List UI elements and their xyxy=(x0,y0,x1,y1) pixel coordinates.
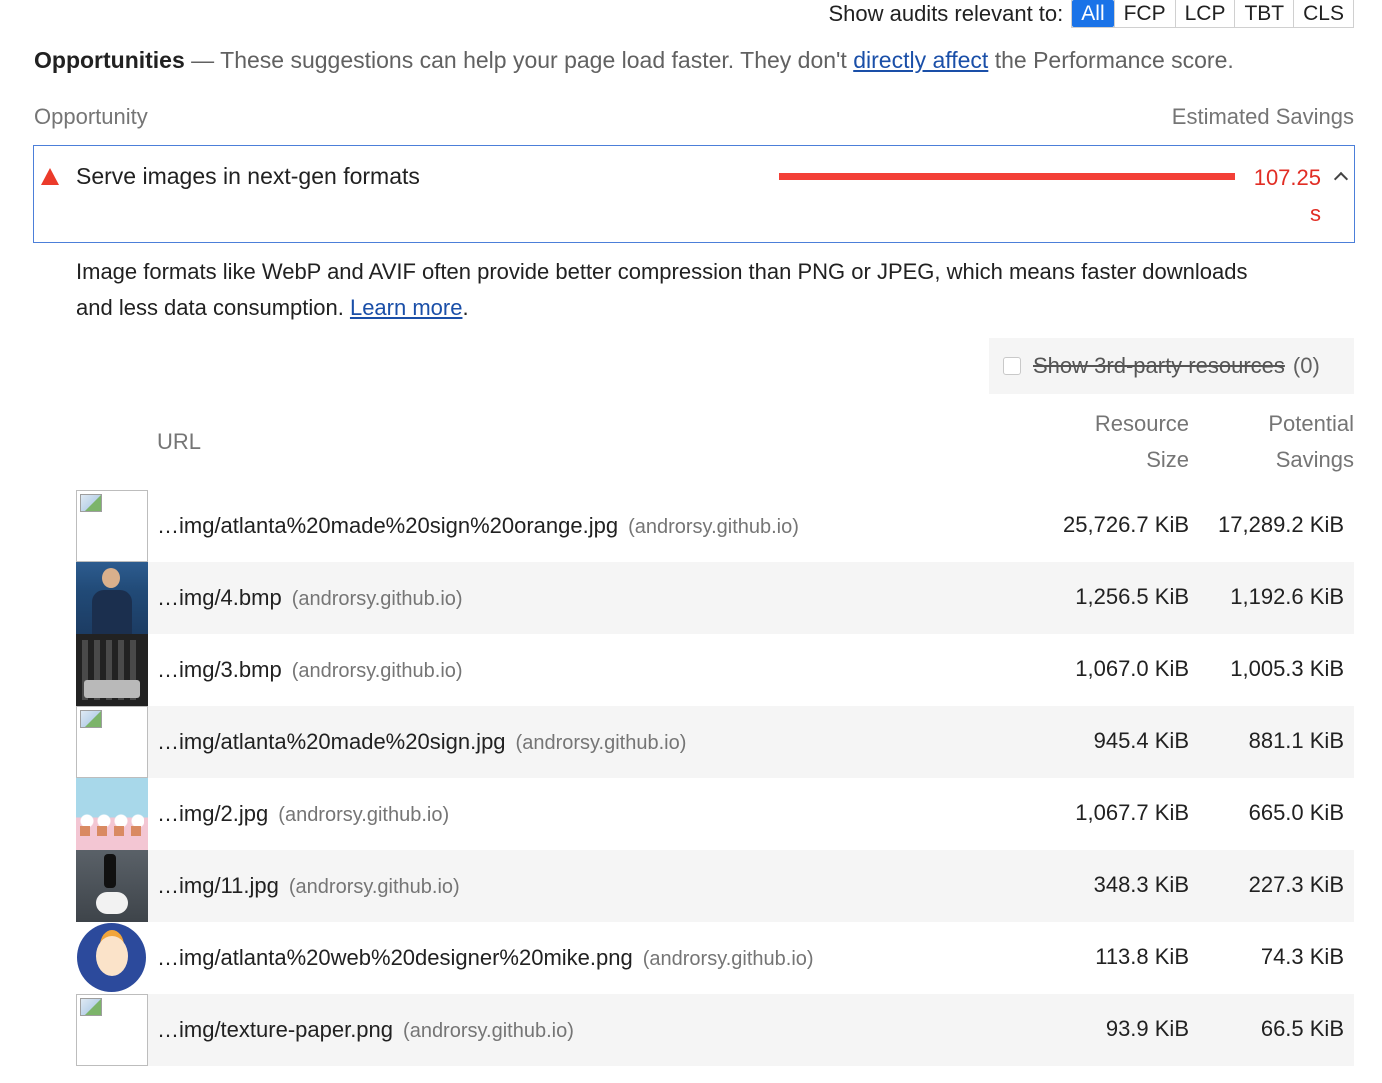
opportunity-column-headers: Opportunity Estimated Savings xyxy=(34,102,1354,132)
description-period: . xyxy=(462,295,469,320)
opportunities-header: Opportunities — These suggestions can he… xyxy=(34,44,1234,76)
filter-button-group: All FCP LCP TBT CLS xyxy=(1071,0,1354,28)
table-row: …img/2.jpg (androrsy.github.io) 1,067.7 Ki… xyxy=(76,778,1354,850)
resource-origin: (androrsy.github.io) xyxy=(628,516,799,538)
resource-size-cell: 93.9 KiB xyxy=(1105,1016,1189,1041)
potential-savings-cell: 1,192.6 KiB xyxy=(1230,584,1344,609)
image-thumbnail xyxy=(76,634,148,706)
resource-url[interactable]: …img/atlanta%20web%20designer%20mike.png xyxy=(157,945,633,970)
potential-savings-column-header: Potential Savings xyxy=(1244,406,1354,478)
audit-description: Image formats like WebP and AVIF often p… xyxy=(76,254,1276,326)
potential-savings-cell: 227.3 KiB xyxy=(1248,872,1344,897)
broken-image-icon xyxy=(76,490,148,562)
broken-image-glyph xyxy=(80,998,102,1016)
potential-savings-cell: 17,289.2 KiB xyxy=(1218,512,1344,537)
opportunities-dash: — xyxy=(184,47,221,73)
image-thumbnail xyxy=(76,850,148,922)
resource-size-column-header: Resource Size xyxy=(1079,406,1189,478)
resource-origin: (androrsy.github.io) xyxy=(288,876,460,898)
third-party-count: (0) xyxy=(1292,353,1320,378)
estimated-savings-column-header: Estimated Savings xyxy=(1171,104,1354,129)
filter-label: Show audits relevant to: xyxy=(828,1,1064,26)
audit-title: Serve images in next-gen formats xyxy=(76,163,420,189)
broken-image-glyph xyxy=(80,494,102,512)
resource-url[interactable]: …img/texture-paper.png xyxy=(157,1017,393,1042)
resource-origin: (androrsy.github.io) xyxy=(291,588,463,610)
potential-savings-cell: 74.3 KiB xyxy=(1260,944,1344,969)
filter-cls-button[interactable]: CLS xyxy=(1293,0,1353,27)
potential-savings-cell: 881.1 KiB xyxy=(1248,728,1344,753)
resource-size-cell: 348.3 KiB xyxy=(1093,872,1189,897)
resource-size-cell: 113.8 KiB xyxy=(1095,944,1189,969)
resource-size-cell: 1,067.0 KiB xyxy=(1075,656,1189,681)
resource-origin: (androrsy.github.io) xyxy=(515,732,687,754)
table-row: …img/atlanta%20made%20sign%20orange.jpg (… xyxy=(76,490,1354,562)
resource-table-header: URL Resource Size Potential Savings xyxy=(76,406,1354,478)
resource-url[interactable]: …img/atlanta%20made%20sign%20orange.jpg xyxy=(157,513,618,538)
resource-origin: (androrsy.github.io) xyxy=(278,804,450,826)
chevron-up-icon[interactable] xyxy=(1333,171,1349,187)
table-row: …img/texture-paper.png (androrsy.github.i… xyxy=(76,994,1354,1066)
potential-savings-cell: 66.5 KiB xyxy=(1260,1016,1344,1041)
resource-size-cell: 1,067.7 KiB xyxy=(1075,800,1189,825)
table-row: …img/4.bmp (androrsy.github.io) 1,256.5 Ki… xyxy=(76,562,1354,634)
resource-origin: (androrsy.github.io) xyxy=(403,1020,574,1042)
fail-triangle-icon xyxy=(41,168,59,185)
filter-fcp-button[interactable]: FCP xyxy=(1113,0,1175,27)
table-row: …img/11.jpg (androrsy.github.io) 348.3 KiB… xyxy=(76,850,1354,922)
filter-lcp-button[interactable]: LCP xyxy=(1174,0,1235,27)
potential-savings-cell: 1,005.3 KiB xyxy=(1230,656,1344,681)
third-party-filter: Show 3rd-party resources (0) xyxy=(989,338,1354,394)
opportunities-title: Opportunities xyxy=(34,47,185,73)
broken-image-glyph xyxy=(80,710,102,728)
broken-image-icon xyxy=(76,706,148,778)
resource-url[interactable]: …img/3.bmp xyxy=(157,657,282,682)
url-column-header: URL xyxy=(157,429,202,454)
filter-all-button[interactable]: All xyxy=(1072,0,1114,27)
image-thumbnail xyxy=(76,562,148,634)
potential-savings-cell: 665.0 KiB xyxy=(1248,800,1344,825)
resource-url[interactable]: …img/4.bmp xyxy=(157,585,282,610)
resource-origin: (androrsy.github.io) xyxy=(291,660,463,682)
table-row: …img/atlanta%20web%20designer%20mike.png… xyxy=(76,922,1354,994)
potential-savings-header-text: Potential Savings xyxy=(1268,411,1354,472)
resource-url[interactable]: …img/11.jpg xyxy=(157,873,279,898)
resource-size-cell: 1,256.5 KiB xyxy=(1075,584,1189,609)
description-text: Image formats like WebP and AVIF often p… xyxy=(76,259,1248,320)
resource-url[interactable]: …img/atlanta%20made%20sign.jpg xyxy=(157,729,506,754)
audit-savings: 107.25 s xyxy=(1253,165,1321,226)
resource-size-cell: 25,726.7 KiB xyxy=(1063,512,1189,537)
audit-summary-row[interactable]: Serve images in next-gen formats 107.25 … xyxy=(33,145,1355,243)
filter-tbt-button[interactable]: TBT xyxy=(1234,0,1294,27)
image-thumbnail xyxy=(76,922,148,994)
third-party-checkbox[interactable] xyxy=(1003,357,1021,375)
resource-origin: (androrsy.github.io) xyxy=(642,948,814,970)
resource-table-body: …img/atlanta%20made%20sign%20orange.jpg (… xyxy=(76,490,1354,1066)
image-thumbnail xyxy=(76,778,148,850)
broken-image-icon xyxy=(76,994,148,1066)
table-row: …img/3.bmp (androrsy.github.io) 1,067.0 Ki… xyxy=(76,634,1354,706)
resource-size-cell: 945.4 KiB xyxy=(1093,728,1189,753)
opportunities-text: These suggestions can help your page loa… xyxy=(220,47,854,73)
third-party-label: Show 3rd-party resources xyxy=(1033,353,1285,378)
learn-more-link[interactable]: Learn more xyxy=(350,295,463,320)
resource-size-header-text: Resource Size xyxy=(1094,411,1189,472)
audit-filter-bar: Show audits relevant to: All FCP LCP TBT… xyxy=(828,0,1354,28)
savings-bar xyxy=(779,173,1235,180)
opportunities-text-end: the Performance score. xyxy=(988,47,1234,73)
table-row: …img/atlanta%20made%20sign.jpg (androrsy.… xyxy=(76,706,1354,778)
resource-url[interactable]: …img/2.jpg xyxy=(157,801,268,826)
directly-affect-link[interactable]: directly affect xyxy=(853,47,988,73)
opportunity-column-header: Opportunity xyxy=(34,104,148,129)
